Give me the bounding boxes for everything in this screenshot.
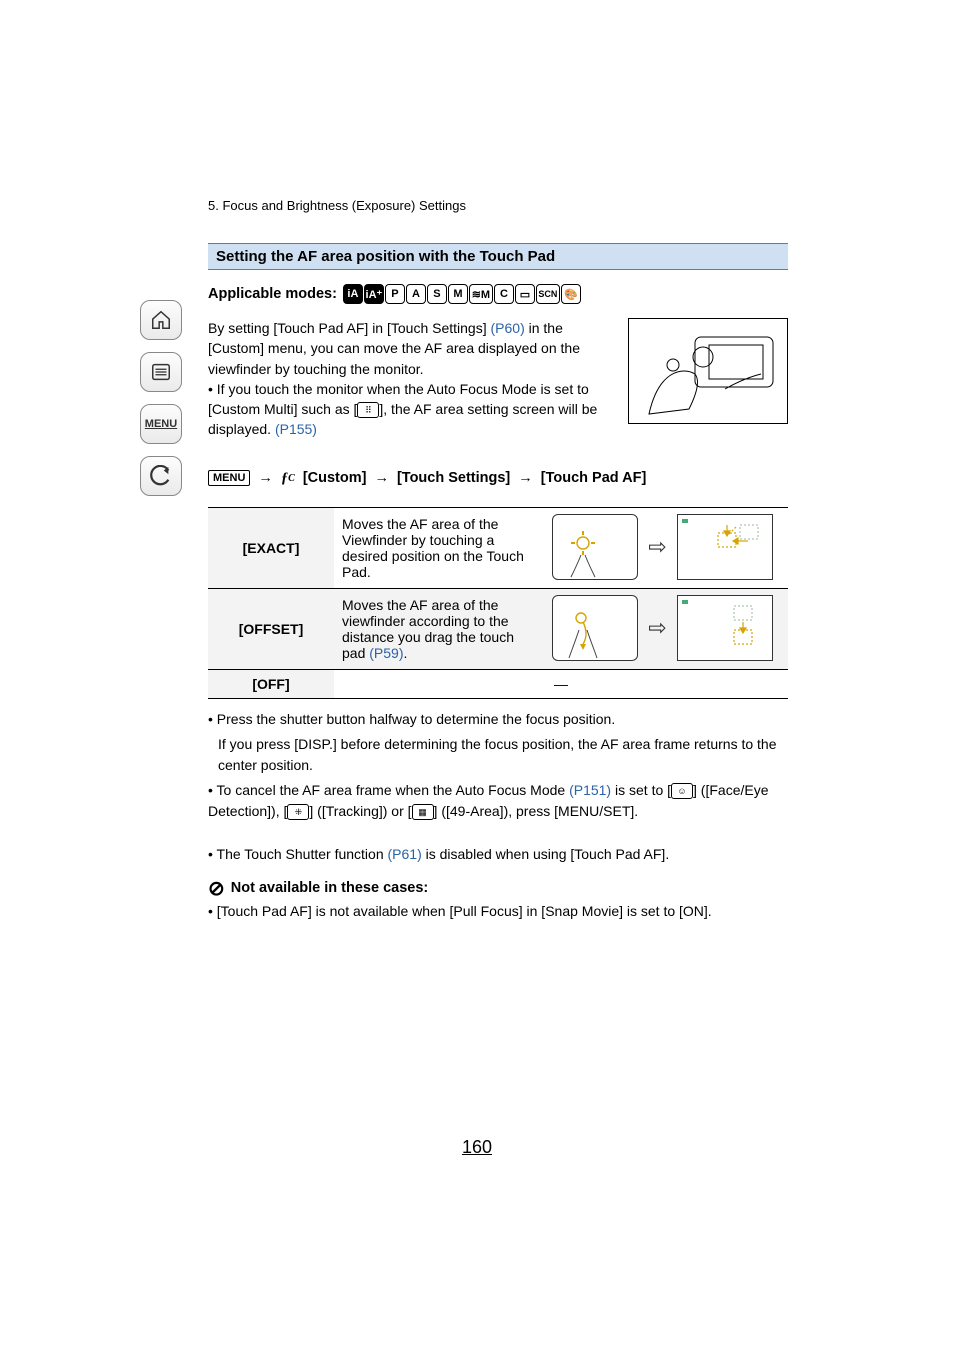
mode-m-icon: M <box>448 284 468 304</box>
menu-icon-label: MENU <box>145 418 177 430</box>
section-title: Setting the AF area position with the To… <box>208 243 788 270</box>
options-table: [EXACT] Moves the AF area of the Viewfin… <box>208 507 788 699</box>
note-2: • To cancel the AF area frame when the A… <box>208 780 788 822</box>
link-p59[interactable]: (P59) <box>369 645 403 661</box>
home-icon[interactable] <box>140 300 182 340</box>
mode-ia-icon: iA <box>343 284 363 304</box>
mode-movie-m-icon: ≋M <box>469 284 493 304</box>
49-area-icon: ▦ <box>412 804 434 820</box>
mode-a-icon: A <box>406 284 426 304</box>
intro-part1: By setting [Touch Pad AF] in [Touch Sett… <box>208 320 491 336</box>
option-offset-desc-b: . <box>403 645 407 661</box>
table-row: [OFFSET] Moves the AF area of the viewfi… <box>208 588 788 669</box>
mode-icons-group: iA iA⁺ P A S M ≋M C ▭ SCN 🎨 <box>343 284 581 304</box>
not-available-item: • [Touch Pad AF] is not available when [… <box>208 901 788 922</box>
arrow-right-icon: ⇨ <box>648 615 666 641</box>
link-p155[interactable]: (P155) <box>275 421 317 437</box>
option-exact-name: [EXACT] <box>208 507 334 588</box>
note-1b: If you press [DISP.] before determining … <box>218 734 788 776</box>
option-exact-diagram: ⇨ <box>537 507 788 588</box>
arrow-icon: → <box>374 470 389 486</box>
mode-s-icon: S <box>427 284 447 304</box>
menu-touch-pad-af-label: [Touch Pad AF] <box>541 470 647 486</box>
mode-scn-icon: SCN <box>536 284 560 304</box>
face-eye-icon: ☺ <box>671 783 693 799</box>
link-p151[interactable]: (P151) <box>569 782 611 798</box>
option-offset-name: [OFFSET] <box>208 588 334 669</box>
custom-multi-icon: ⠿ <box>357 402 379 418</box>
page-content: 5. Focus and Brightness (Exposure) Setti… <box>208 198 788 926</box>
menu-touch-settings-label: [Touch Settings] <box>397 470 510 486</box>
back-icon[interactable] <box>140 456 182 496</box>
not-available-title: Not available in these cases: <box>231 880 428 896</box>
note-2b: is set to [ <box>611 782 671 798</box>
table-row: [OFF] — <box>208 669 788 698</box>
prohibited-icon: ⊘ <box>208 876 225 901</box>
sidebar-nav: MENU <box>140 300 188 496</box>
mode-panorama-icon: ▭ <box>515 284 535 304</box>
mode-c-icon: C <box>494 284 514 304</box>
option-exact-desc: Moves the AF area of the Viewfinder by t… <box>334 507 537 588</box>
menu-icon[interactable]: MENU <box>140 404 182 444</box>
option-offset-desc-a: Moves the AF area of the viewfinder acco… <box>342 597 514 661</box>
applicable-modes-row: Applicable modes: iA iA⁺ P A S M ≋M C ▭ … <box>208 284 788 304</box>
page-number: 160 <box>0 1137 954 1158</box>
applicable-modes-label: Applicable modes: <box>208 286 337 302</box>
intro-text: By setting [Touch Pad AF] in [Touch Sett… <box>208 318 614 440</box>
disabled-a: • The Touch Shutter function <box>208 846 388 862</box>
note-2e: ] ([49-Area]), press [MENU/SET]. <box>434 803 639 819</box>
arrow-icon: → <box>258 470 273 486</box>
intro-row: By setting [Touch Pad AF] in [Touch Sett… <box>208 318 788 440</box>
viewfinder-touch-illustration <box>628 318 788 424</box>
not-available-list: • [Touch Pad AF] is not available when [… <box>208 901 788 922</box>
mode-p-icon: P <box>385 284 405 304</box>
option-offset-diagram: ⇨ <box>537 588 788 669</box>
note-2a: • To cancel the AF area frame when the A… <box>208 782 569 798</box>
disabled-b: is disabled when using [Touch Pad AF]. <box>422 846 669 862</box>
tracking-icon: ⁜ <box>287 804 309 820</box>
option-off-desc: — <box>334 669 788 698</box>
not-available-header: ⊘ Not available in these cases: <box>208 876 788 901</box>
mode-creative-icon: 🎨 <box>561 284 581 304</box>
mode-iaplus-icon: iA⁺ <box>364 284 384 304</box>
link-p60[interactable]: (P60) <box>491 320 525 336</box>
link-p61[interactable]: (P61) <box>388 846 422 862</box>
arrow-icon: → <box>518 470 533 486</box>
menu-pill-icon: MENU <box>208 470 250 486</box>
notes-block: • Press the shutter button halfway to de… <box>208 709 788 822</box>
chapter-label: 5. Focus and Brightness (Exposure) Setti… <box>208 198 788 213</box>
toc-icon[interactable] <box>140 352 182 392</box>
option-off-name: [OFF] <box>208 669 334 698</box>
table-row: [EXACT] Moves the AF area of the Viewfin… <box>208 507 788 588</box>
menu-custom-label: [Custom] <box>303 470 367 486</box>
option-offset-desc: Moves the AF area of the viewfinder acco… <box>334 588 537 669</box>
disabled-note: • The Touch Shutter function (P61) is di… <box>208 846 788 862</box>
note-1: • Press the shutter button halfway to de… <box>208 709 788 730</box>
custom-wrench-icon: ƒC <box>281 470 295 487</box>
menu-path-row: MENU → ƒC [Custom] → [Touch Settings] → … <box>208 470 788 487</box>
arrow-right-icon: ⇨ <box>648 534 666 560</box>
note-2d: ] ([Tracking]) or [ <box>309 803 411 819</box>
